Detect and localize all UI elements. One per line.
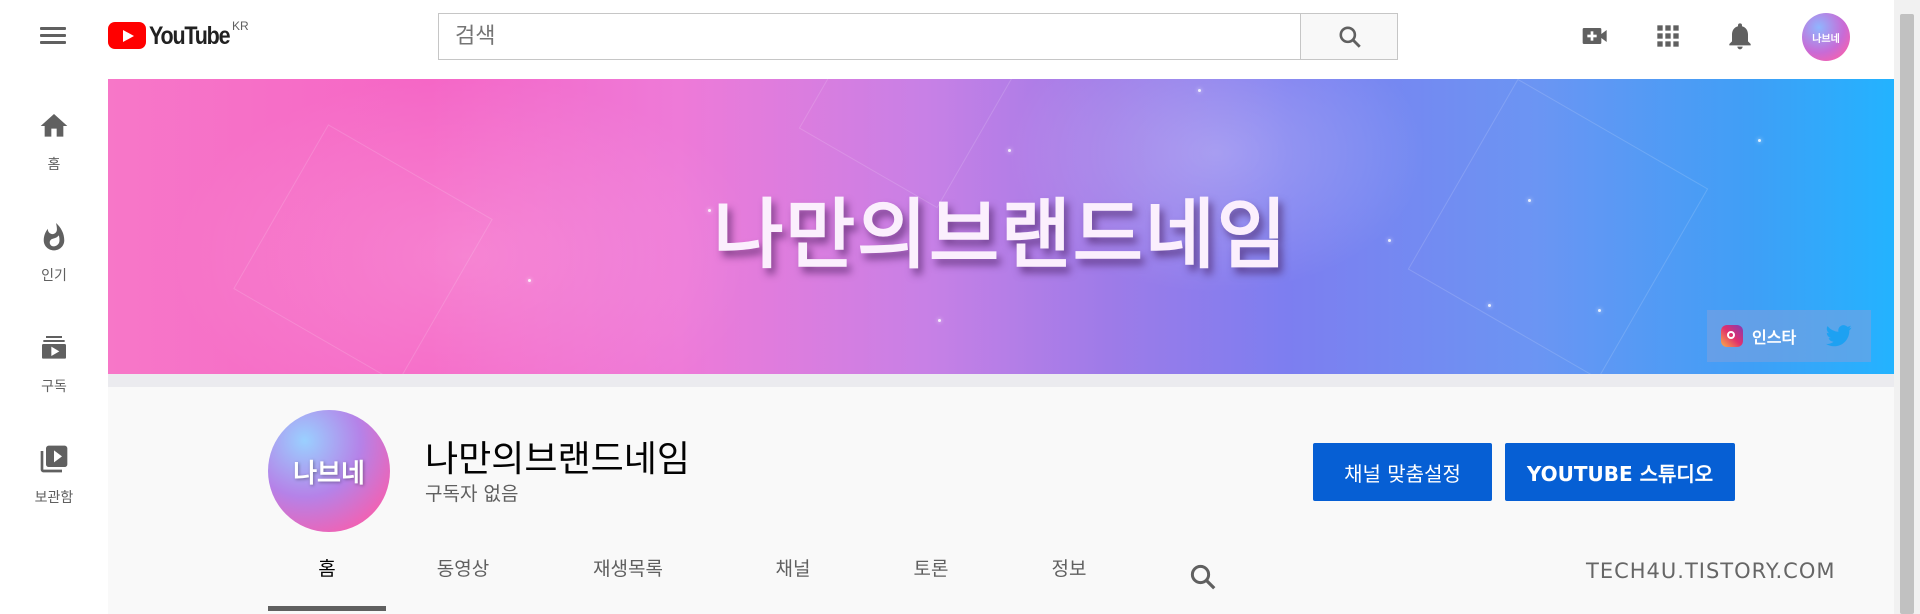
banner-star — [1598, 309, 1601, 312]
banner-star — [1758, 139, 1761, 142]
tab-label: 동영상 — [436, 558, 490, 580]
tab-label: 정보 — [1051, 558, 1087, 580]
search-icon — [1339, 26, 1361, 48]
tab-playlists[interactable]: 재생목록 — [558, 554, 698, 610]
guide-item-label: 보관함 — [34, 490, 74, 506]
guide-item-home[interactable]: 홈 — [0, 110, 108, 202]
banner-star — [1488, 304, 1491, 307]
banner-title: 나만의브랜드네임 — [713, 190, 1289, 279]
scrollbar-thumb[interactable] — [1900, 14, 1914, 614]
guide-item-label: 구독 — [41, 379, 67, 395]
guide-item-subscriptions[interactable]: 구독 — [0, 332, 108, 424]
menu-icon[interactable] — [33, 19, 73, 53]
guide-item-trending[interactable]: 인기 — [0, 221, 108, 313]
library-icon — [40, 445, 68, 473]
search-icon[interactable] — [1188, 562, 1218, 592]
channel-name: 나만의브랜드네임 — [425, 439, 690, 480]
guide-item-label: 홈 — [47, 157, 61, 173]
instagram-label: 인스타 — [1752, 328, 1797, 347]
tab-discussion[interactable]: 토론 — [872, 554, 990, 610]
active-tab-indicator — [268, 606, 386, 611]
notifications-bell-icon[interactable] — [1724, 20, 1756, 52]
twitter-icon[interactable] — [1826, 325, 1852, 347]
subscriber-count: 구독자 없음 — [425, 483, 519, 505]
tab-label: 채널 — [775, 558, 811, 580]
banner-star — [1198, 89, 1201, 92]
logo-text: YouTube — [149, 22, 231, 50]
guide-item-library[interactable]: 보관함 — [0, 443, 108, 535]
divider — [108, 374, 1894, 387]
subscriptions-icon — [42, 336, 66, 359]
search-box — [438, 13, 1300, 60]
search-input[interactable] — [439, 14, 1300, 59]
home-icon — [40, 114, 68, 137]
tab-label: 재생목록 — [593, 558, 663, 580]
tab-channels[interactable]: 채널 — [734, 554, 852, 610]
tab-label: 토론 — [913, 558, 949, 580]
top-bar: YouTube KR 나브네 — [0, 0, 1920, 72]
youtube-logo[interactable]: YouTube KR — [108, 19, 249, 52]
banner-star — [1008, 149, 1011, 152]
tab-label: 홈 — [318, 558, 336, 580]
tab-videos[interactable]: 동영상 — [404, 554, 522, 610]
guide-item-label: 인기 — [41, 268, 67, 284]
customize-channel-button[interactable]: 채널 맞춤설정 — [1313, 443, 1492, 501]
fire-icon — [43, 223, 65, 251]
apps-icon[interactable] — [1652, 20, 1684, 52]
instagram-link[interactable]: 인스타 — [1721, 324, 1796, 348]
create-video-icon[interactable] — [1580, 20, 1612, 52]
tab-home[interactable]: 홈 — [268, 554, 386, 611]
instagram-icon — [1721, 325, 1743, 347]
channel-banner: 나만의브랜드네임 인스타 — [108, 79, 1894, 374]
banner-links: 인스타 — [1707, 310, 1871, 362]
account-avatar[interactable]: 나브네 — [1802, 13, 1850, 61]
youtube-studio-button[interactable]: YOUTUBE 스튜디오 — [1505, 443, 1735, 501]
search-button[interactable] — [1300, 13, 1398, 60]
channel-avatar[interactable]: 나브네 — [268, 410, 390, 532]
tab-about[interactable]: 정보 — [1010, 554, 1128, 610]
region-label: KR — [232, 19, 249, 33]
watermark: TECH4U.TISTORY.COM — [1586, 559, 1836, 583]
play-logo-icon — [108, 22, 146, 49]
guide-sidebar: 홈 인기 구독 보관함 — [0, 72, 108, 614]
banner-star — [938, 319, 941, 322]
